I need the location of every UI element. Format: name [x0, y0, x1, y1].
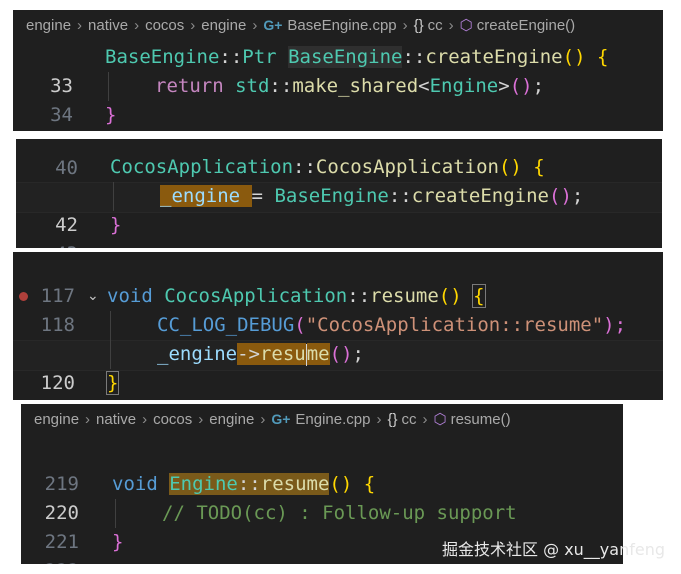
breadcrumb-file[interactable]: BaseEngine.cpp [287, 17, 396, 34]
code-line[interactable]: 43 } [16, 211, 662, 248]
editor-panel-baseengine: engine › native › cocos › engine › G+ BaseEng… [13, 10, 663, 131]
code-line[interactable]: 33 BaseEngine::Ptr BaseEngine::createEng… [13, 43, 663, 97]
code-text: _engine = BaseEngine::createEngine(); [160, 185, 584, 207]
namespace-icon: {} [387, 410, 398, 428]
code-text: return std::make_shared<Engine>(); [155, 75, 545, 97]
code-line[interactable]: 219 [21, 441, 623, 495]
breadcrumb-symbol[interactable]: resume() [451, 411, 511, 428]
chevron-right-icon: › [422, 410, 428, 428]
code-comment: // TODO(cc) : Follow-up support [162, 502, 517, 524]
code-text: } [105, 371, 120, 395]
fold-chevron-icon[interactable]: ⌄ [87, 282, 99, 311]
method-icon: ⬡ [459, 17, 473, 34]
editor-panel-cocosapplication-ctor: 40 41 CocosApplication::CocosApplication… [16, 139, 662, 248]
breadcrumb-namespace[interactable]: cc [401, 411, 416, 428]
code-line: 44 [16, 239, 662, 248]
chevron-right-icon: › [77, 16, 83, 34]
breadcrumb-file[interactable]: Engine.cpp [295, 411, 370, 428]
code-text: void Engine::resume() { [112, 473, 376, 495]
method-icon: ⬡ [433, 411, 447, 428]
breadcrumb-item[interactable]: engine [34, 411, 79, 428]
code-text: } [105, 104, 117, 126]
chevron-right-icon: › [85, 410, 91, 428]
code-line: 40 [16, 139, 662, 179]
indent-guide [115, 499, 116, 528]
line-number: 35 [13, 130, 73, 131]
breadcrumb-item[interactable]: engine [209, 411, 254, 428]
code-line[interactable]: 118 ⌄ void CocosApplication::resume() { [13, 282, 663, 336]
chevron-right-icon: › [134, 16, 140, 34]
chevron-right-icon: › [252, 16, 258, 34]
chevron-right-icon: › [402, 16, 408, 34]
code-text: CC_LOG_DEBUG("CocosApplication::resume")… [157, 314, 627, 336]
breadcrumb-item[interactable]: cocos [153, 411, 192, 428]
code-line[interactable]: 221 // TODO(cc) : Follow-up support [21, 499, 623, 553]
breadcrumb-item[interactable]: engine [201, 17, 246, 34]
breadcrumb-namespace[interactable]: cc [428, 17, 443, 34]
cpp-file-icon: G+ [263, 17, 283, 33]
chevron-right-icon: › [142, 410, 148, 428]
breadcrumb-symbol[interactable]: createEngine() [477, 17, 575, 34]
watermark: 掘金技术社区 @ xu__yanfeng [442, 540, 665, 559]
code-line[interactable]: 41 CocosApplication::CocosApplication() … [16, 153, 662, 207]
breadcrumb-item[interactable]: engine [26, 17, 71, 34]
code-text: _engine->resume(); [157, 343, 364, 366]
indent-guide [108, 72, 109, 101]
code-text: } [112, 531, 124, 553]
code-line[interactable]: 35 } [13, 101, 663, 130]
chevron-right-icon: › [376, 410, 382, 428]
code-line[interactable]: 121 } [13, 369, 663, 398]
indent-guide [110, 311, 111, 369]
line-number: 121 [13, 398, 75, 400]
chevron-right-icon: › [448, 16, 454, 34]
code-text: void CocosApplication::resume() { [107, 284, 486, 308]
breadcrumb: engine › native › cocos › engine › G+ Engine.… [21, 404, 623, 434]
chevron-right-icon: › [260, 410, 266, 428]
indent-guide [113, 182, 114, 211]
code-line[interactable]: 220 void Engine::resume() { [21, 470, 623, 524]
editor-panel-cocosapplication-resume: 117 118 ⌄ void CocosApplication::resume(… [13, 252, 663, 400]
chevron-right-icon: › [190, 16, 196, 34]
line-number: 222 [21, 557, 79, 564]
chevron-right-icon: › [198, 410, 204, 428]
code-line[interactable]: 34 return std::make_shared<Engine>(); [13, 72, 663, 126]
code-line[interactable]: 117 [13, 253, 663, 307]
namespace-icon: {} [413, 16, 424, 34]
breadcrumb-item[interactable]: native [96, 411, 136, 428]
code-text: BaseEngine::Ptr BaseEngine::createEngine… [105, 46, 609, 68]
breadcrumb: engine › native › cocos › engine › G+ BaseEng… [13, 10, 663, 40]
cpp-file-icon: G+ [271, 411, 291, 427]
breadcrumb-item[interactable]: cocos [145, 17, 184, 34]
code-text: } [110, 214, 122, 236]
code-text: CocosApplication::CocosApplication() { [110, 156, 545, 178]
breadcrumb-item[interactable]: native [88, 17, 128, 34]
